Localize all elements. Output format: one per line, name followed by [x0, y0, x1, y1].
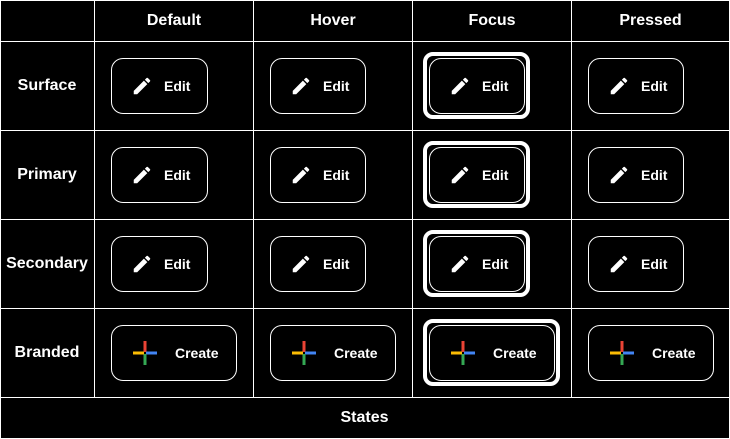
edit-button-label: Edit [164, 256, 191, 272]
pencil-icon [130, 163, 154, 187]
col-header-default: Default [95, 0, 254, 42]
edit-button-surface-pressed[interactable]: Edit [588, 58, 684, 114]
create-button-label: Create [175, 345, 219, 361]
google-plus-icon [132, 340, 158, 366]
edit-button-surface-hover[interactable]: Edit [270, 58, 366, 114]
edit-button-label: Edit [323, 256, 350, 272]
edit-button-label: Edit [164, 167, 191, 183]
pencil-icon [130, 74, 154, 98]
row-label-branded: Branded [0, 309, 95, 398]
edit-button-label: Edit [323, 78, 350, 94]
edit-button-secondary-pressed[interactable]: Edit [588, 236, 684, 292]
pencil-icon [289, 74, 313, 98]
edit-button-label: Edit [641, 78, 668, 94]
col-header-focus: Focus [413, 0, 572, 42]
create-button-branded-default[interactable]: Create [111, 325, 237, 381]
pencil-icon [130, 252, 154, 276]
edit-button-label: Edit [323, 167, 350, 183]
create-button-branded-hover[interactable]: Create [270, 325, 396, 381]
row-label-primary: Primary [0, 131, 95, 220]
pencil-icon [607, 252, 631, 276]
create-button-label: Create [334, 345, 378, 361]
edit-button-label: Edit [641, 167, 668, 183]
create-button-label: Create [493, 345, 537, 361]
edit-button-surface-default[interactable]: Edit [111, 58, 208, 114]
pencil-icon [289, 252, 313, 276]
pencil-icon [289, 163, 313, 187]
row-label-secondary: Secondary [0, 220, 95, 309]
col-header-hover: Hover [254, 0, 413, 42]
col-header-pressed: Pressed [572, 0, 730, 42]
edit-button-label: Edit [641, 256, 668, 272]
edit-button-primary-focus[interactable]: Edit [429, 147, 525, 203]
create-button-branded-focus[interactable]: Create [429, 325, 555, 381]
edit-button-secondary-focus[interactable]: Edit [429, 236, 525, 292]
edit-button-secondary-hover[interactable]: Edit [270, 236, 366, 292]
pencil-icon [448, 252, 472, 276]
edit-button-label: Edit [482, 78, 509, 94]
pencil-icon [607, 74, 631, 98]
edit-button-surface-focus[interactable]: Edit [429, 58, 525, 114]
edit-button-label: Edit [482, 256, 509, 272]
google-plus-icon [450, 340, 476, 366]
edit-button-secondary-default[interactable]: Edit [111, 236, 208, 292]
google-plus-icon [609, 340, 635, 366]
pencil-icon [448, 74, 472, 98]
footer-states-label: States [0, 398, 730, 439]
edit-button-primary-pressed[interactable]: Edit [588, 147, 684, 203]
pencil-icon [448, 163, 472, 187]
google-plus-icon [291, 340, 317, 366]
edit-button-primary-default[interactable]: Edit [111, 147, 208, 203]
corner-cell [0, 0, 95, 42]
edit-button-label: Edit [164, 78, 191, 94]
pencil-icon [607, 163, 631, 187]
create-button-label: Create [652, 345, 696, 361]
create-button-branded-pressed[interactable]: Create [588, 325, 714, 381]
row-label-surface: Surface [0, 42, 95, 131]
edit-button-primary-hover[interactable]: Edit [270, 147, 366, 203]
edit-button-label: Edit [482, 167, 509, 183]
